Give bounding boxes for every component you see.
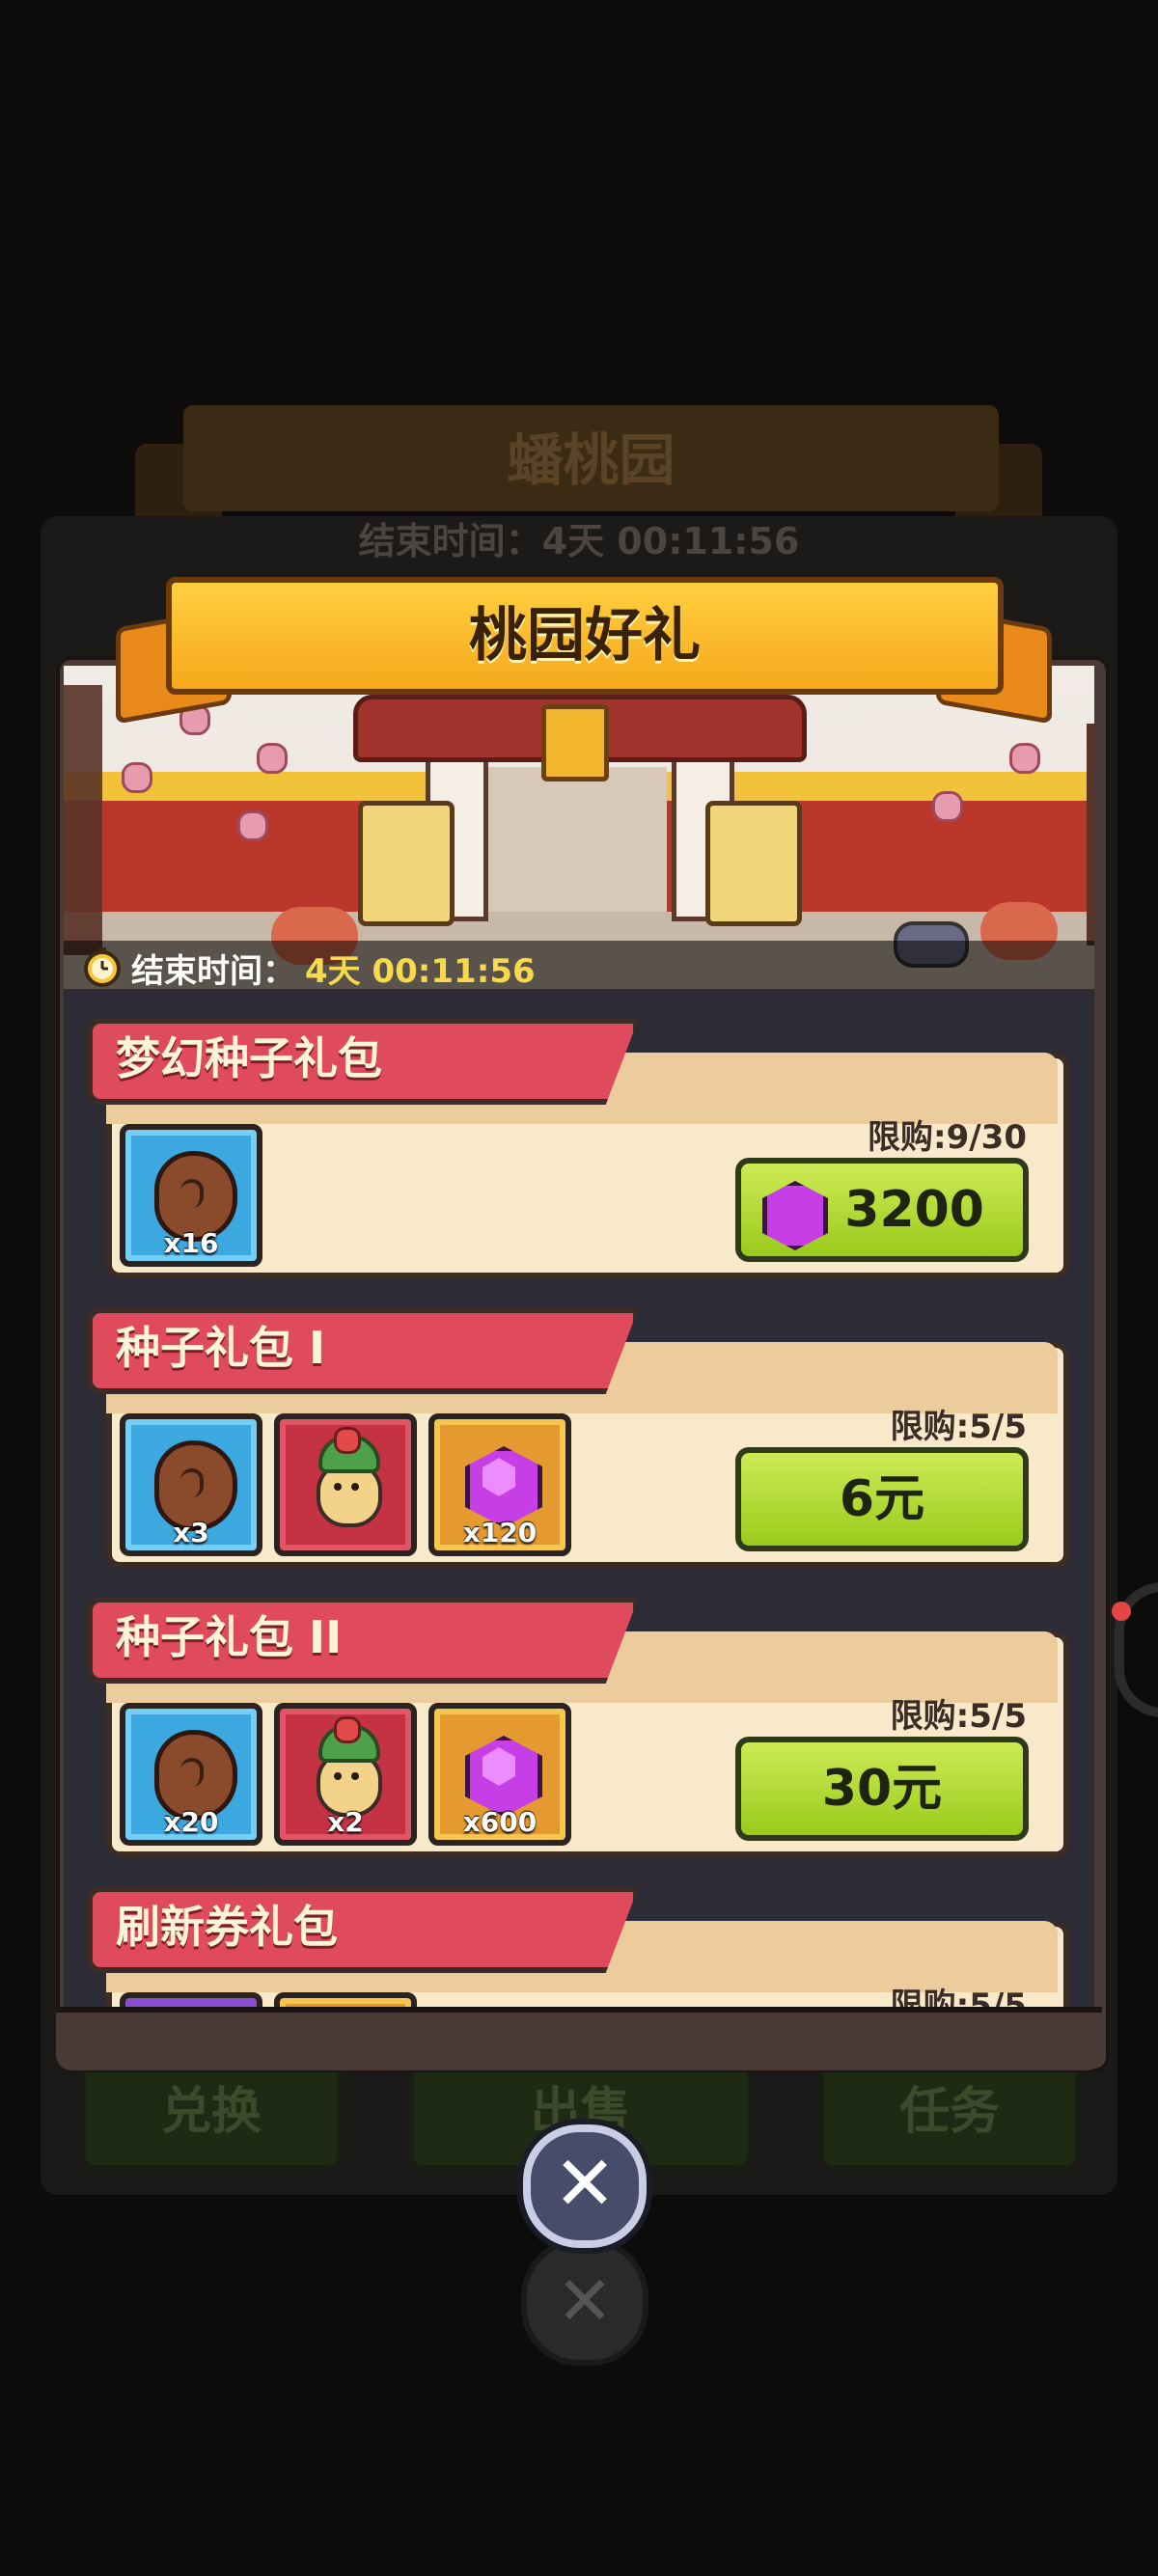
reward-item[interactable] — [274, 1413, 417, 1556]
purchase-limit: 限购:5/5 — [890, 1408, 1027, 1446]
timer-value: 4天 00:11:56 — [305, 952, 536, 989]
modal-title: 桃园好礼 — [166, 577, 1004, 695]
sprout-eye — [334, 1483, 342, 1491]
close-icon: ✕ — [553, 2141, 617, 2228]
stone-lantern-left — [358, 801, 455, 926]
modal-bottom-rail — [56, 2007, 1102, 2070]
sprout-eye — [351, 1483, 359, 1491]
pack-seed-2: 种子礼包 II 限购:5/5 x20 x2 x600 30元 — [87, 1597, 1069, 1857]
item-quantity: x20 — [163, 1806, 219, 1838]
bg-notification-dot — [1112, 1602, 1131, 1621]
pack-name: 梦幻种子礼包 — [116, 1032, 382, 1084]
buy-button[interactable]: 6元 — [735, 1447, 1029, 1551]
bg-timer-text: 结束时间：4天 00:11:56 — [358, 520, 800, 562]
gate-opening — [483, 767, 667, 912]
blossom-icon — [122, 762, 152, 793]
sprout-eye — [351, 1772, 359, 1780]
reward-item[interactable]: x16 — [120, 1124, 262, 1267]
blossom-icon — [932, 791, 963, 822]
sprout-flower — [334, 1716, 361, 1743]
pack-dream-seed: 梦幻种子礼包 限购:9/30 x16 3200 — [87, 1018, 1069, 1278]
peach-garden-scene: 结束时间： 4天 00:11:56 — [64, 666, 1094, 989]
purchase-limit: 限购:9/30 — [868, 1118, 1027, 1157]
buy-button[interactable]: 30元 — [735, 1737, 1029, 1841]
timer-label: 结束时间： — [131, 952, 295, 989]
gate-plaque — [541, 704, 609, 781]
item-quantity: x16 — [163, 1227, 219, 1259]
blossom-icon — [1009, 743, 1040, 774]
price-label: 3200 — [844, 1181, 984, 1239]
item-quantity: x3 — [173, 1517, 209, 1548]
item-quantity: x2 — [327, 1806, 364, 1838]
stone-lantern-right — [705, 801, 802, 926]
reward-item[interactable] — [120, 1992, 262, 2007]
stopwatch-icon — [84, 947, 121, 987]
blossom-icon — [237, 810, 268, 841]
purchase-limit: 限购:5/5 — [890, 1697, 1027, 1736]
bg-close-icon: ✕ — [521, 2238, 648, 2366]
reward-item[interactable]: x600 — [428, 1703, 571, 1846]
buy-button[interactable]: 3200 — [735, 1158, 1029, 1262]
item-quantity: x120 — [462, 1517, 538, 1548]
reward-item[interactable]: x120 — [428, 1413, 571, 1556]
pack-name: 种子礼包 II — [116, 1611, 343, 1663]
sprout-eye — [334, 1772, 342, 1780]
blossom-icon — [257, 743, 288, 774]
reward-item[interactable] — [274, 1992, 417, 2007]
sprout-flower — [334, 1427, 361, 1454]
reward-item[interactable]: x2 — [274, 1703, 417, 1846]
gem-icon — [762, 1181, 828, 1250]
pack-seed-1: 种子礼包 I 限购:5/5 x3 x120 6元 — [87, 1307, 1069, 1568]
purchase-limit: 限购:5/5 — [890, 1987, 1027, 2007]
close-button[interactable]: ✕ — [517, 2119, 652, 2254]
gift-modal: 结束时间： 4天 00:11:56 梦幻种子礼包 限购:9/30 x16 320… — [64, 666, 1094, 2007]
reward-item[interactable]: x3 — [120, 1413, 262, 1556]
pack-refresh-ticket: 刷新券礼包 限购:5/5 — [87, 1886, 1069, 2007]
pack-name: 刷新券礼包 — [116, 1901, 338, 1953]
reward-item[interactable]: x20 — [120, 1703, 262, 1846]
item-quantity: x600 — [462, 1806, 538, 1838]
pack-name: 种子礼包 I — [116, 1322, 326, 1374]
bg-page-title: 蟠桃园 — [507, 427, 676, 493]
